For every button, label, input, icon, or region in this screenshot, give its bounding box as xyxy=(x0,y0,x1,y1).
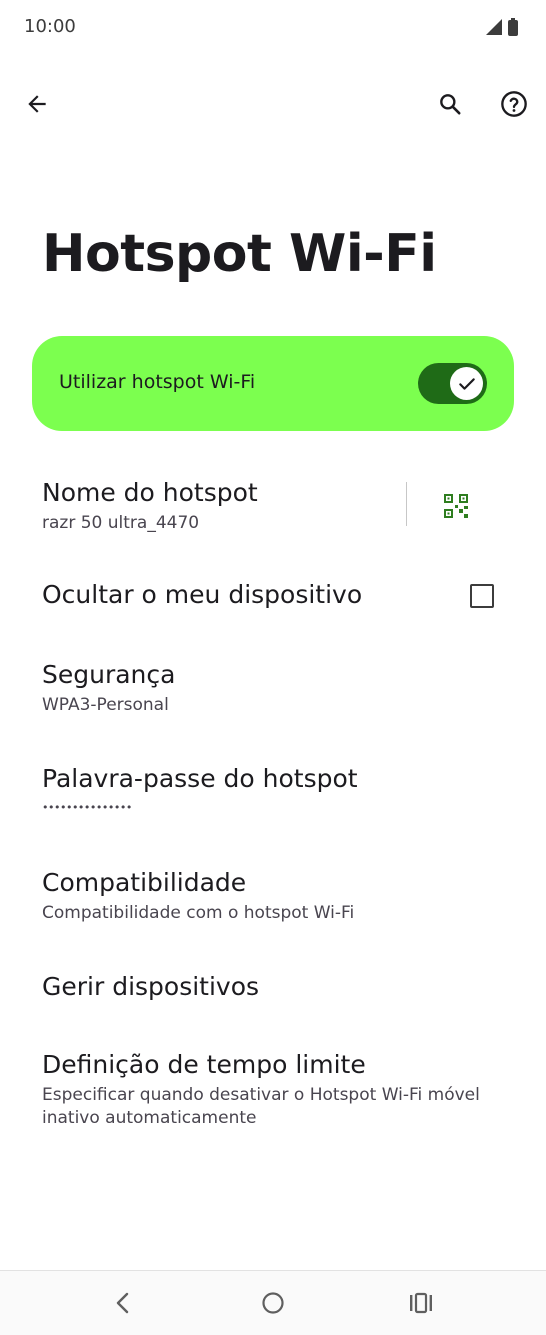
pref-password[interactable]: Palavra-passe do hotspot ••••••••••••••• xyxy=(0,750,546,836)
status-bar: 10:00 xyxy=(0,0,546,54)
nav-recents-icon xyxy=(410,1292,432,1314)
pref-security-summary: WPA3-Personal xyxy=(42,695,169,715)
help-button[interactable] xyxy=(490,80,538,128)
navigation-bar xyxy=(0,1270,546,1335)
pref-hide-device[interactable]: Ocultar o meu dispositivo xyxy=(0,566,546,628)
pref-compatibility[interactable]: Compatibilidade Compatibilidade com o ho… xyxy=(0,854,546,940)
back-arrow-icon xyxy=(28,95,46,113)
back-button[interactable] xyxy=(13,80,61,128)
pref-security-title: Segurança xyxy=(42,660,176,689)
nav-home-icon xyxy=(262,1292,284,1314)
pref-timeout[interactable]: Definição de tempo limite Especificar qu… xyxy=(0,1036,546,1140)
pref-manage-devices[interactable]: Gerir dispositivos xyxy=(0,958,546,1020)
pref-password-summary: ••••••••••••••• xyxy=(42,801,132,814)
hotspot-toggle[interactable] xyxy=(418,363,487,404)
hotspot-main-switch-label: Utilizar hotspot Wi-Fi xyxy=(59,371,256,393)
pref-compatibility-summary: Compatibilidade com o hotspot Wi-Fi xyxy=(42,903,355,923)
search-icon xyxy=(440,94,461,115)
toggle-thumb xyxy=(450,367,483,400)
battery-icon xyxy=(508,20,518,36)
pref-manage-devices-title: Gerir dispositivos xyxy=(42,972,260,1001)
pref-security[interactable]: Segurança WPA3-Personal xyxy=(0,646,546,732)
pref-hotspot-name-title: Nome do hotspot xyxy=(42,478,258,507)
qr-code-icon xyxy=(444,494,468,518)
hide-device-checkbox[interactable] xyxy=(470,584,494,608)
hotspot-main-switch[interactable]: Utilizar hotspot Wi-Fi xyxy=(32,336,514,431)
pref-timeout-title: Definição de tempo limite xyxy=(42,1050,366,1079)
nav-recents-button[interactable] xyxy=(399,1283,443,1323)
pref-compatibility-title: Compatibilidade xyxy=(42,868,247,897)
nav-back-icon xyxy=(116,1292,129,1314)
pref-timeout-summary: Especificar quando desativar o Hotspot W… xyxy=(42,1085,480,1128)
status-icons xyxy=(484,17,524,37)
search-button[interactable] xyxy=(426,80,474,128)
pref-hide-device-title: Ocultar o meu dispositivo xyxy=(42,580,363,609)
pref-password-title: Palavra-passe do hotspot xyxy=(42,764,358,793)
page-title: Hotspot Wi-Fi xyxy=(42,224,437,284)
qr-code-button[interactable] xyxy=(432,482,480,530)
nav-home-button[interactable] xyxy=(251,1283,295,1323)
help-icon xyxy=(501,91,527,117)
nav-back-button[interactable] xyxy=(101,1283,145,1323)
app-bar xyxy=(0,72,546,136)
check-icon xyxy=(458,377,475,390)
signal-icon xyxy=(486,19,502,35)
status-time: 10:00 xyxy=(24,16,76,37)
divider xyxy=(406,482,407,526)
